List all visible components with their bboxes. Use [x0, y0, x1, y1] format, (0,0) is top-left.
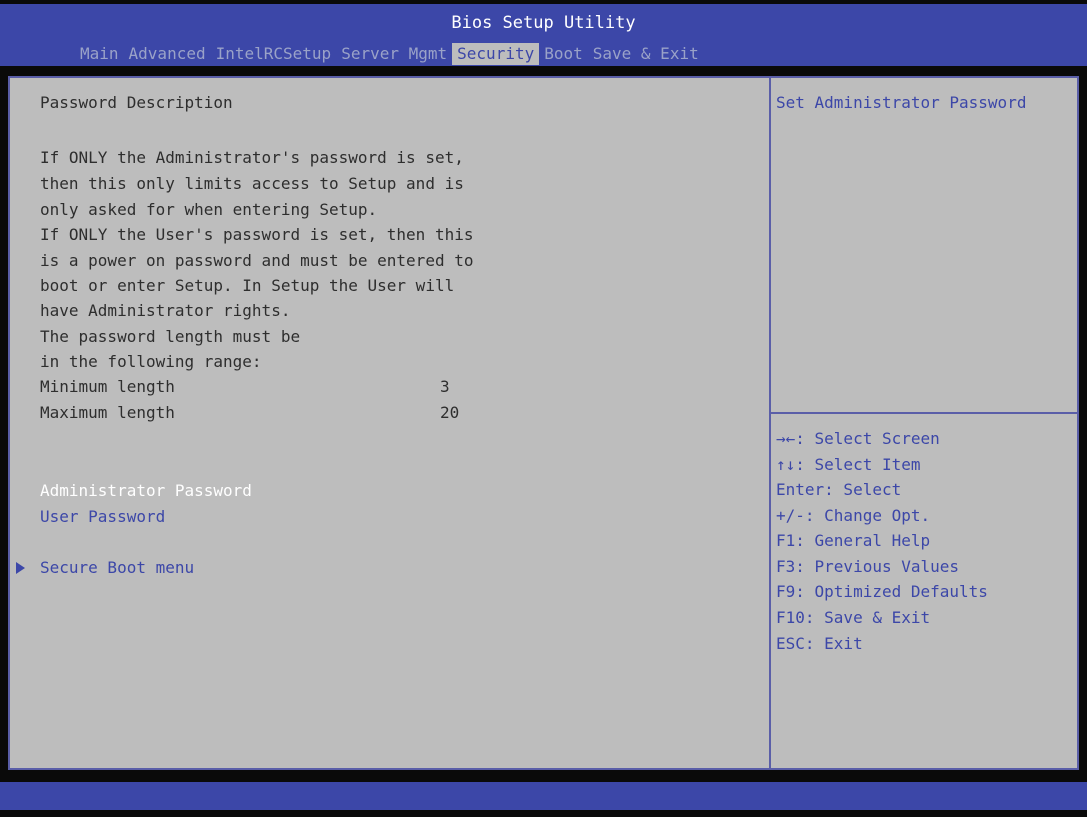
- item-help-text: Set Administrator Password: [776, 93, 1027, 112]
- submenu-arrow-icon: [16, 562, 25, 574]
- key-help-line: F10: Save & Exit: [776, 608, 931, 627]
- tab-security[interactable]: Security: [452, 43, 540, 65]
- key-help-line: F3: Previous Values: [776, 557, 960, 576]
- max-length-value: 20: [440, 403, 460, 422]
- key-help-line: ESC: Exit: [776, 634, 863, 653]
- header-bar: Bios Setup Utility Main Advanced IntelRC…: [0, 4, 1087, 66]
- tab-intelrcsetup[interactable]: IntelRCSetup: [211, 43, 337, 65]
- panel-divider-horizontal: [771, 412, 1077, 414]
- min-length-label: Minimum length: [40, 377, 175, 396]
- description-line: only asked for when entering Setup.: [40, 200, 378, 219]
- administrator-password-item[interactable]: Administrator Password: [40, 480, 252, 502]
- tab-advanced[interactable]: Advanced: [124, 43, 211, 65]
- key-help-line: F9: Optimized Defaults: [776, 582, 988, 601]
- key-help-line: +/-: Change Opt.: [776, 506, 931, 525]
- tab-bar: Main Advanced IntelRCSetup Server Mgmt S…: [75, 42, 704, 66]
- description-line: If ONLY the Administrator's password is …: [40, 148, 464, 167]
- description-line: boot or enter Setup. In Setup the User w…: [40, 276, 455, 295]
- tab-server-mgmt[interactable]: Server Mgmt: [336, 43, 452, 65]
- main-panel: Password Description If ONLY the Adminis…: [8, 76, 1079, 770]
- secure-boot-menu-item[interactable]: Secure Boot menu: [40, 557, 194, 579]
- tab-save-exit[interactable]: Save & Exit: [588, 43, 704, 65]
- tab-boot[interactable]: Boot: [539, 43, 588, 65]
- description-line: have Administrator rights.: [40, 301, 291, 320]
- app-title: Bios Setup Utility: [451, 13, 636, 33]
- description-line: If ONLY the User's password is set, then…: [40, 225, 474, 244]
- key-help-line: ↑↓: Select Item: [776, 455, 921, 474]
- key-help-line: F1: General Help: [776, 531, 931, 550]
- max-length-label: Maximum length: [40, 403, 175, 422]
- description-line: The password length must be: [40, 327, 301, 346]
- user-password-item[interactable]: User Password: [40, 506, 165, 528]
- password-description-title: Password Description: [40, 93, 233, 112]
- key-help-line: Enter: Select: [776, 480, 902, 499]
- description-line: then this only limits access to Setup an…: [40, 174, 464, 193]
- description-line: is a power on password and must be enter…: [40, 251, 474, 270]
- tab-main[interactable]: Main: [75, 43, 124, 65]
- min-length-value: 3: [440, 377, 450, 396]
- panel-divider-vertical: [769, 78, 771, 768]
- footer-bar: [0, 782, 1087, 810]
- key-help-line: →←: Select Screen: [776, 429, 940, 448]
- description-line: in the following range:: [40, 352, 262, 371]
